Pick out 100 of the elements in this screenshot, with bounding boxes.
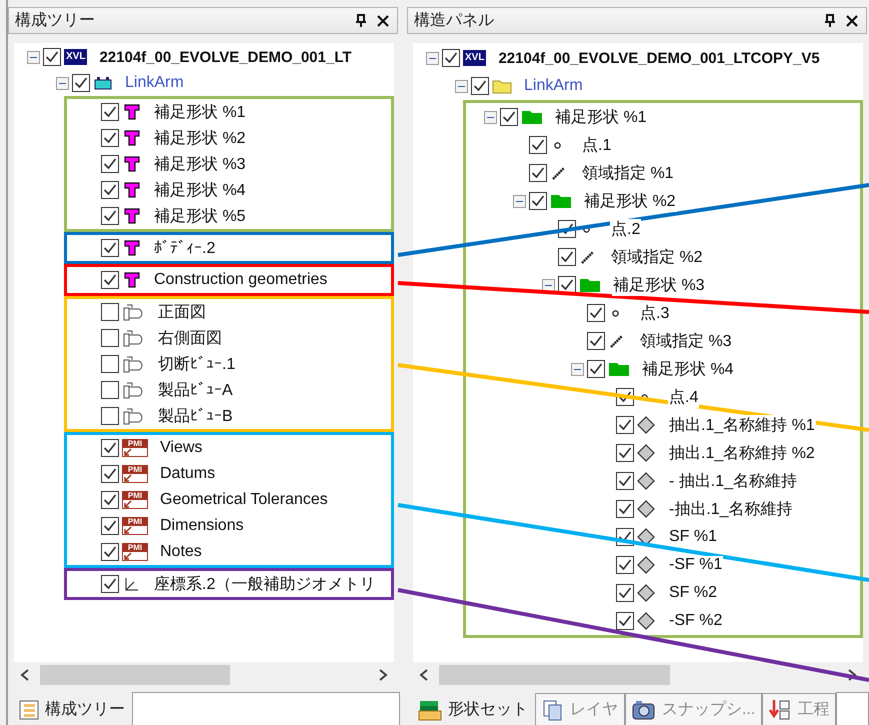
checkbox[interactable] (500, 108, 518, 126)
tree-item[interactable]: 右側面図 (157, 328, 223, 348)
collapse-icon[interactable] (56, 76, 69, 90)
checkbox[interactable] (529, 136, 547, 154)
checkbox[interactable] (101, 465, 119, 483)
checkbox[interactable] (101, 491, 119, 509)
folder-icon (521, 109, 543, 125)
checkbox[interactable] (101, 303, 119, 321)
checkbox[interactable] (101, 155, 119, 173)
scroll-right-icon[interactable] (378, 669, 388, 681)
tree-item[interactable]: 補足形状 %2 (583, 190, 677, 212)
close-icon[interactable] (846, 14, 858, 26)
battery-icon (93, 75, 113, 91)
tree-item[interactable]: 補足形状 %1 (153, 102, 247, 122)
checkbox[interactable] (442, 49, 460, 67)
collapse-icon[interactable] (484, 110, 497, 124)
collapse-icon[interactable] (571, 362, 584, 376)
checkbox[interactable] (72, 74, 90, 92)
diamond-icon (637, 444, 657, 462)
folder-icon (608, 361, 630, 377)
tree-item[interactable]: 点.1 (581, 134, 612, 156)
tree-item[interactable]: 抽出.1_名称維持 %2 (668, 442, 816, 464)
diamond-icon (637, 528, 657, 546)
scrollbar-thumb[interactable] (439, 665, 670, 685)
tree-item[interactable]: 点.4 (668, 386, 700, 408)
tree-item[interactable]: - 抽出.1_名称維持 (668, 470, 798, 492)
pin-icon[interactable] (824, 14, 836, 28)
checkbox[interactable] (101, 575, 119, 593)
checkbox[interactable] (101, 381, 119, 399)
checkbox[interactable] (558, 276, 576, 294)
checkbox[interactable] (101, 517, 119, 535)
diamond-icon (637, 416, 657, 434)
checkbox[interactable] (43, 48, 61, 66)
collapse-icon[interactable] (426, 52, 439, 64)
t-shape-icon (122, 130, 142, 146)
checkbox[interactable] (101, 103, 119, 121)
tree-item[interactable]: 領域指定 %2 (610, 246, 704, 268)
tree-item[interactable]: 補足形状 %3 (612, 274, 706, 296)
collapse-icon[interactable] (542, 278, 555, 292)
tree-item[interactable]: 点.3 (639, 302, 670, 324)
checkbox[interactable] (101, 407, 119, 425)
checkbox[interactable] (616, 472, 634, 490)
t-shape-icon (122, 240, 142, 256)
checkbox[interactable] (101, 439, 119, 457)
tree-item[interactable]: 補足形状 %2 (153, 128, 247, 148)
arrow-list-icon (769, 698, 792, 720)
checkbox[interactable] (616, 500, 634, 518)
tree-item[interactable]: 領域指定 %1 (581, 162, 675, 184)
checkbox[interactable] (587, 332, 605, 350)
checkbox[interactable] (101, 543, 119, 561)
tree-item[interactable]: 補足形状 %3 (153, 154, 247, 174)
checkbox[interactable] (558, 248, 576, 266)
checkbox[interactable] (529, 164, 547, 182)
checkbox[interactable] (616, 416, 634, 434)
t-shape-icon (122, 272, 142, 288)
tree-item[interactable]: 補足形状 %4 (153, 180, 247, 200)
checkbox[interactable] (101, 239, 119, 257)
checkbox[interactable] (101, 181, 119, 199)
checkbox[interactable] (587, 304, 605, 322)
scroll-right-icon[interactable] (847, 669, 857, 681)
scroll-left-icon[interactable] (419, 669, 429, 681)
checkbox[interactable] (616, 556, 634, 574)
collapse-icon[interactable] (455, 80, 468, 92)
close-icon[interactable] (377, 14, 389, 26)
checkbox[interactable] (101, 355, 119, 373)
tree-item[interactable]: 点.2 (610, 218, 642, 240)
pin-icon[interactable] (355, 14, 367, 28)
checkbox[interactable] (616, 444, 634, 462)
scrollbar-thumb[interactable] (40, 665, 230, 685)
checkbox[interactable] (101, 207, 119, 225)
tree-item[interactable]: 22104f_00_EVOLVE_DEMO_001_LT (98, 48, 353, 66)
tree-item[interactable]: 抽出.1_名称維持 %1 (668, 414, 816, 436)
checkbox[interactable] (616, 584, 634, 602)
checkbox[interactable] (471, 77, 489, 95)
folder-icon (579, 277, 601, 293)
tree-item[interactable]: 補足形状 %4 (641, 358, 735, 380)
tree-item[interactable]: -抽出.1_名称維持 (668, 498, 794, 520)
tree-item[interactable]: 切断ﾋﾞｭｰ.1 (157, 354, 236, 374)
tree-item[interactable]: 補足形状 %5 (153, 206, 247, 226)
checkbox[interactable] (101, 329, 119, 347)
scroll-left-icon[interactable] (20, 669, 30, 681)
pmi-icon: PMI (122, 517, 148, 535)
tree-item[interactable]: Construction geometries (153, 271, 328, 289)
point-icon (583, 226, 590, 232)
collapse-icon[interactable] (513, 194, 526, 208)
pmi-icon: PMI (122, 465, 148, 483)
diamond-icon (637, 612, 657, 630)
tree-item[interactable]: 補足形状 %1 (554, 106, 648, 128)
collapse-icon[interactable] (27, 50, 40, 64)
tree-item[interactable]: 22104f_00_EVOLVE_DEMO_001_LTCOPY_V5 (497, 50, 821, 66)
camera-icon (632, 698, 656, 720)
point-icon (612, 310, 619, 316)
t-shape-icon (122, 156, 142, 172)
checkbox[interactable] (616, 612, 634, 630)
tree-item[interactable]: 領域指定 %3 (639, 330, 733, 352)
checkbox[interactable] (101, 271, 119, 289)
checkbox[interactable] (587, 360, 605, 378)
panel-title: 構造パネル (414, 10, 495, 31)
checkbox[interactable] (101, 129, 119, 147)
checkbox[interactable] (529, 192, 547, 210)
